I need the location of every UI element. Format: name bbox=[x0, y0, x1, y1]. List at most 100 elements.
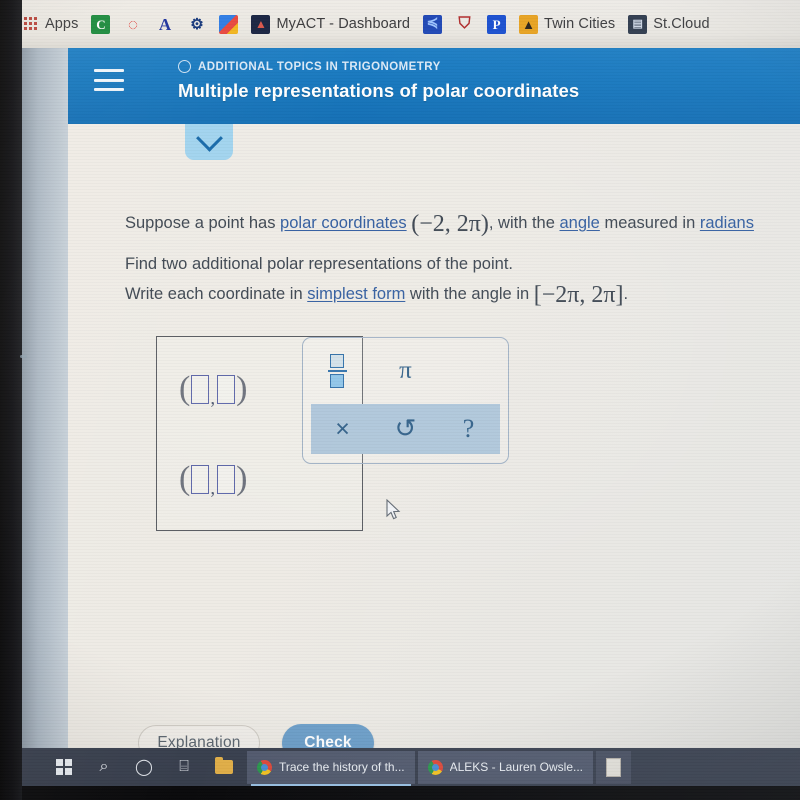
taskbar-item-chrome-1[interactable]: Trace the history of th... bbox=[247, 750, 415, 786]
answer-input-theta1[interactable] bbox=[217, 374, 236, 404]
comma-separator: , bbox=[210, 477, 216, 499]
cortana-circle-icon: ◯ bbox=[135, 759, 153, 776]
google-meet-icon bbox=[219, 14, 239, 34]
bookmark-google-meet[interactable] bbox=[219, 14, 239, 34]
windows-logo-icon bbox=[56, 759, 72, 775]
clear-button[interactable]: × bbox=[311, 404, 374, 454]
search-button[interactable]: ⌕ bbox=[84, 748, 124, 786]
palette-spacer bbox=[440, 338, 508, 404]
taskbar-system-icons: ⌕ ◯ ⌸ bbox=[22, 748, 244, 786]
problem-text: , with the bbox=[488, 214, 560, 232]
problem-line-3: Write each coordinate in simplest form w… bbox=[125, 279, 628, 311]
bookmark-gear-badge[interactable]: ⚙ bbox=[187, 15, 206, 34]
pi-button[interactable]: π bbox=[371, 338, 439, 404]
hamburger-menu-icon[interactable] bbox=[94, 69, 124, 91]
problem-text: Suppose a point has bbox=[125, 214, 281, 232]
cortana-button[interactable]: ◯ bbox=[124, 748, 164, 786]
math-keypad-palette: π × ↺ ? bbox=[302, 337, 509, 464]
problem-text: measured in bbox=[599, 214, 700, 232]
myact-icon: ▲ bbox=[251, 14, 271, 34]
bookmark-letter-a[interactable]: A bbox=[155, 15, 174, 34]
explanation-button[interactable]: Explanation bbox=[138, 725, 260, 748]
close-icon: × bbox=[335, 414, 350, 443]
bookmark-dotted-ring[interactable]: ◌ bbox=[123, 15, 142, 34]
bookmark-stcloud[interactable]: ▤ St.Cloud bbox=[628, 14, 710, 34]
monitor-bezel-left bbox=[0, 0, 22, 800]
bookmark-label: St.Cloud bbox=[653, 16, 710, 32]
pulldown-tab-button[interactable] bbox=[185, 124, 233, 160]
left-gutter bbox=[22, 44, 68, 748]
red-shield-icon: ⛉ bbox=[458, 15, 471, 32]
bookmark-red-shield[interactable]: ⛉ bbox=[455, 15, 474, 34]
topic-kicker: ADDITIONAL TOPICS IN TRIGONOMETRY bbox=[178, 60, 441, 73]
link-angle[interactable]: angle bbox=[559, 214, 599, 232]
screenshot-root: Apps C ◌ A ⚙ ▲ MyACT - Dashboard ≼ ⛉ P ▲… bbox=[0, 0, 800, 800]
undo-button[interactable]: ↺ bbox=[374, 404, 437, 454]
bookmark-canvas[interactable]: C bbox=[91, 14, 111, 34]
apps-grid-icon bbox=[24, 16, 39, 32]
bookmark-label: Apps bbox=[45, 16, 79, 32]
problem-line-1: Suppose a point has polar coordinates (−… bbox=[125, 208, 754, 240]
dotted-ring-icon: ◌ bbox=[127, 14, 138, 34]
task-view-button[interactable]: ⌸ bbox=[164, 748, 204, 786]
help-button[interactable]: ? bbox=[437, 404, 500, 454]
fraction-icon bbox=[327, 353, 347, 389]
problem-text: Write each coordinate in bbox=[125, 285, 308, 303]
close-paren: ) bbox=[236, 460, 248, 497]
bookmark-letter-p[interactable]: P bbox=[487, 14, 507, 34]
canvas-c-icon: C bbox=[91, 14, 111, 34]
bezel-marker bbox=[20, 355, 27, 358]
bookmark-myact[interactable]: ▲ MyACT - Dashboard bbox=[251, 14, 411, 34]
screen-bottom-edge bbox=[0, 786, 800, 800]
answer-input-theta2[interactable] bbox=[217, 464, 236, 494]
math-angle-interval: [−2π, 2π] bbox=[533, 282, 624, 308]
bookmark-twin-cities[interactable]: ▲ Twin Cities bbox=[519, 14, 616, 34]
taskbar-item-document[interactable] bbox=[596, 750, 632, 784]
chrome-icon bbox=[257, 759, 272, 775]
taskbar-item-label: Trace the history of th... bbox=[279, 760, 405, 774]
task-view-icon: ⌸ bbox=[179, 758, 189, 775]
chevron-down-icon bbox=[195, 124, 223, 152]
fraction-button[interactable] bbox=[303, 338, 371, 404]
answer-row-1[interactable]: ( , ) bbox=[179, 370, 248, 409]
link-radians[interactable]: radians bbox=[700, 214, 754, 232]
link-polar-coordinates[interactable]: polar coordinates bbox=[280, 214, 407, 232]
problem-line-2: Find two additional polar representation… bbox=[125, 255, 513, 273]
windows-taskbar: ⌕ ◯ ⌸ Trace the history of th... ALEKS -… bbox=[22, 748, 800, 786]
comma-separator: , bbox=[210, 387, 216, 409]
answer-row-2[interactable]: ( , ) bbox=[179, 460, 248, 499]
palette-row-actions: × ↺ ? bbox=[311, 404, 500, 454]
taskbar-item-label: ALEKS - Lauren Owsle... bbox=[449, 760, 584, 774]
letter-a-icon: A bbox=[158, 14, 172, 34]
letter-p-icon: P bbox=[487, 14, 507, 34]
math-point-coordinates: (−2, 2π) bbox=[411, 211, 489, 237]
undo-icon: ↺ bbox=[394, 414, 417, 443]
bookmark-blue-bracket[interactable]: ≼ bbox=[423, 14, 443, 34]
check-button[interactable]: Check bbox=[282, 724, 374, 748]
bookmark-label: MyACT - Dashboard bbox=[276, 16, 411, 32]
problem-text: . bbox=[623, 285, 629, 303]
open-paren: ( bbox=[179, 370, 191, 407]
mouse-pointer-icon bbox=[386, 498, 402, 526]
file-explorer-button[interactable] bbox=[204, 748, 244, 786]
page-title: Multiple representations of polar coordi… bbox=[178, 80, 580, 101]
browser-bookmarks-bar: Apps C ◌ A ⚙ ▲ MyACT - Dashboard ≼ ⛉ P ▲… bbox=[0, 0, 800, 48]
bookmark-apps[interactable]: Apps bbox=[24, 16, 78, 32]
taskbar-item-chrome-2[interactable]: ALEKS - Lauren Owsle... bbox=[417, 750, 594, 784]
link-simplest-form[interactable]: simplest form bbox=[307, 285, 405, 303]
action-button-row: Explanation Check bbox=[138, 724, 374, 748]
stcloud-icon: ▤ bbox=[628, 14, 648, 34]
search-icon: ⌕ bbox=[99, 758, 109, 775]
open-paren: ( bbox=[179, 460, 191, 497]
close-paren: ) bbox=[236, 370, 248, 407]
aleks-header-bar: ADDITIONAL TOPICS IN TRIGONOMETRY Multip… bbox=[68, 44, 800, 124]
start-button[interactable] bbox=[44, 748, 84, 786]
twin-cities-icon: ▲ bbox=[519, 14, 539, 34]
bookmark-label: Twin Cities bbox=[544, 16, 616, 32]
document-icon bbox=[606, 757, 622, 777]
aleks-app-window: ADDITIONAL TOPICS IN TRIGONOMETRY Multip… bbox=[22, 44, 800, 748]
answer-input-r1[interactable] bbox=[191, 374, 210, 404]
problem-content-area: Suppose a point has polar coordinates (−… bbox=[68, 124, 800, 748]
question-mark-icon: ? bbox=[462, 414, 475, 443]
answer-input-r2[interactable] bbox=[191, 464, 210, 494]
